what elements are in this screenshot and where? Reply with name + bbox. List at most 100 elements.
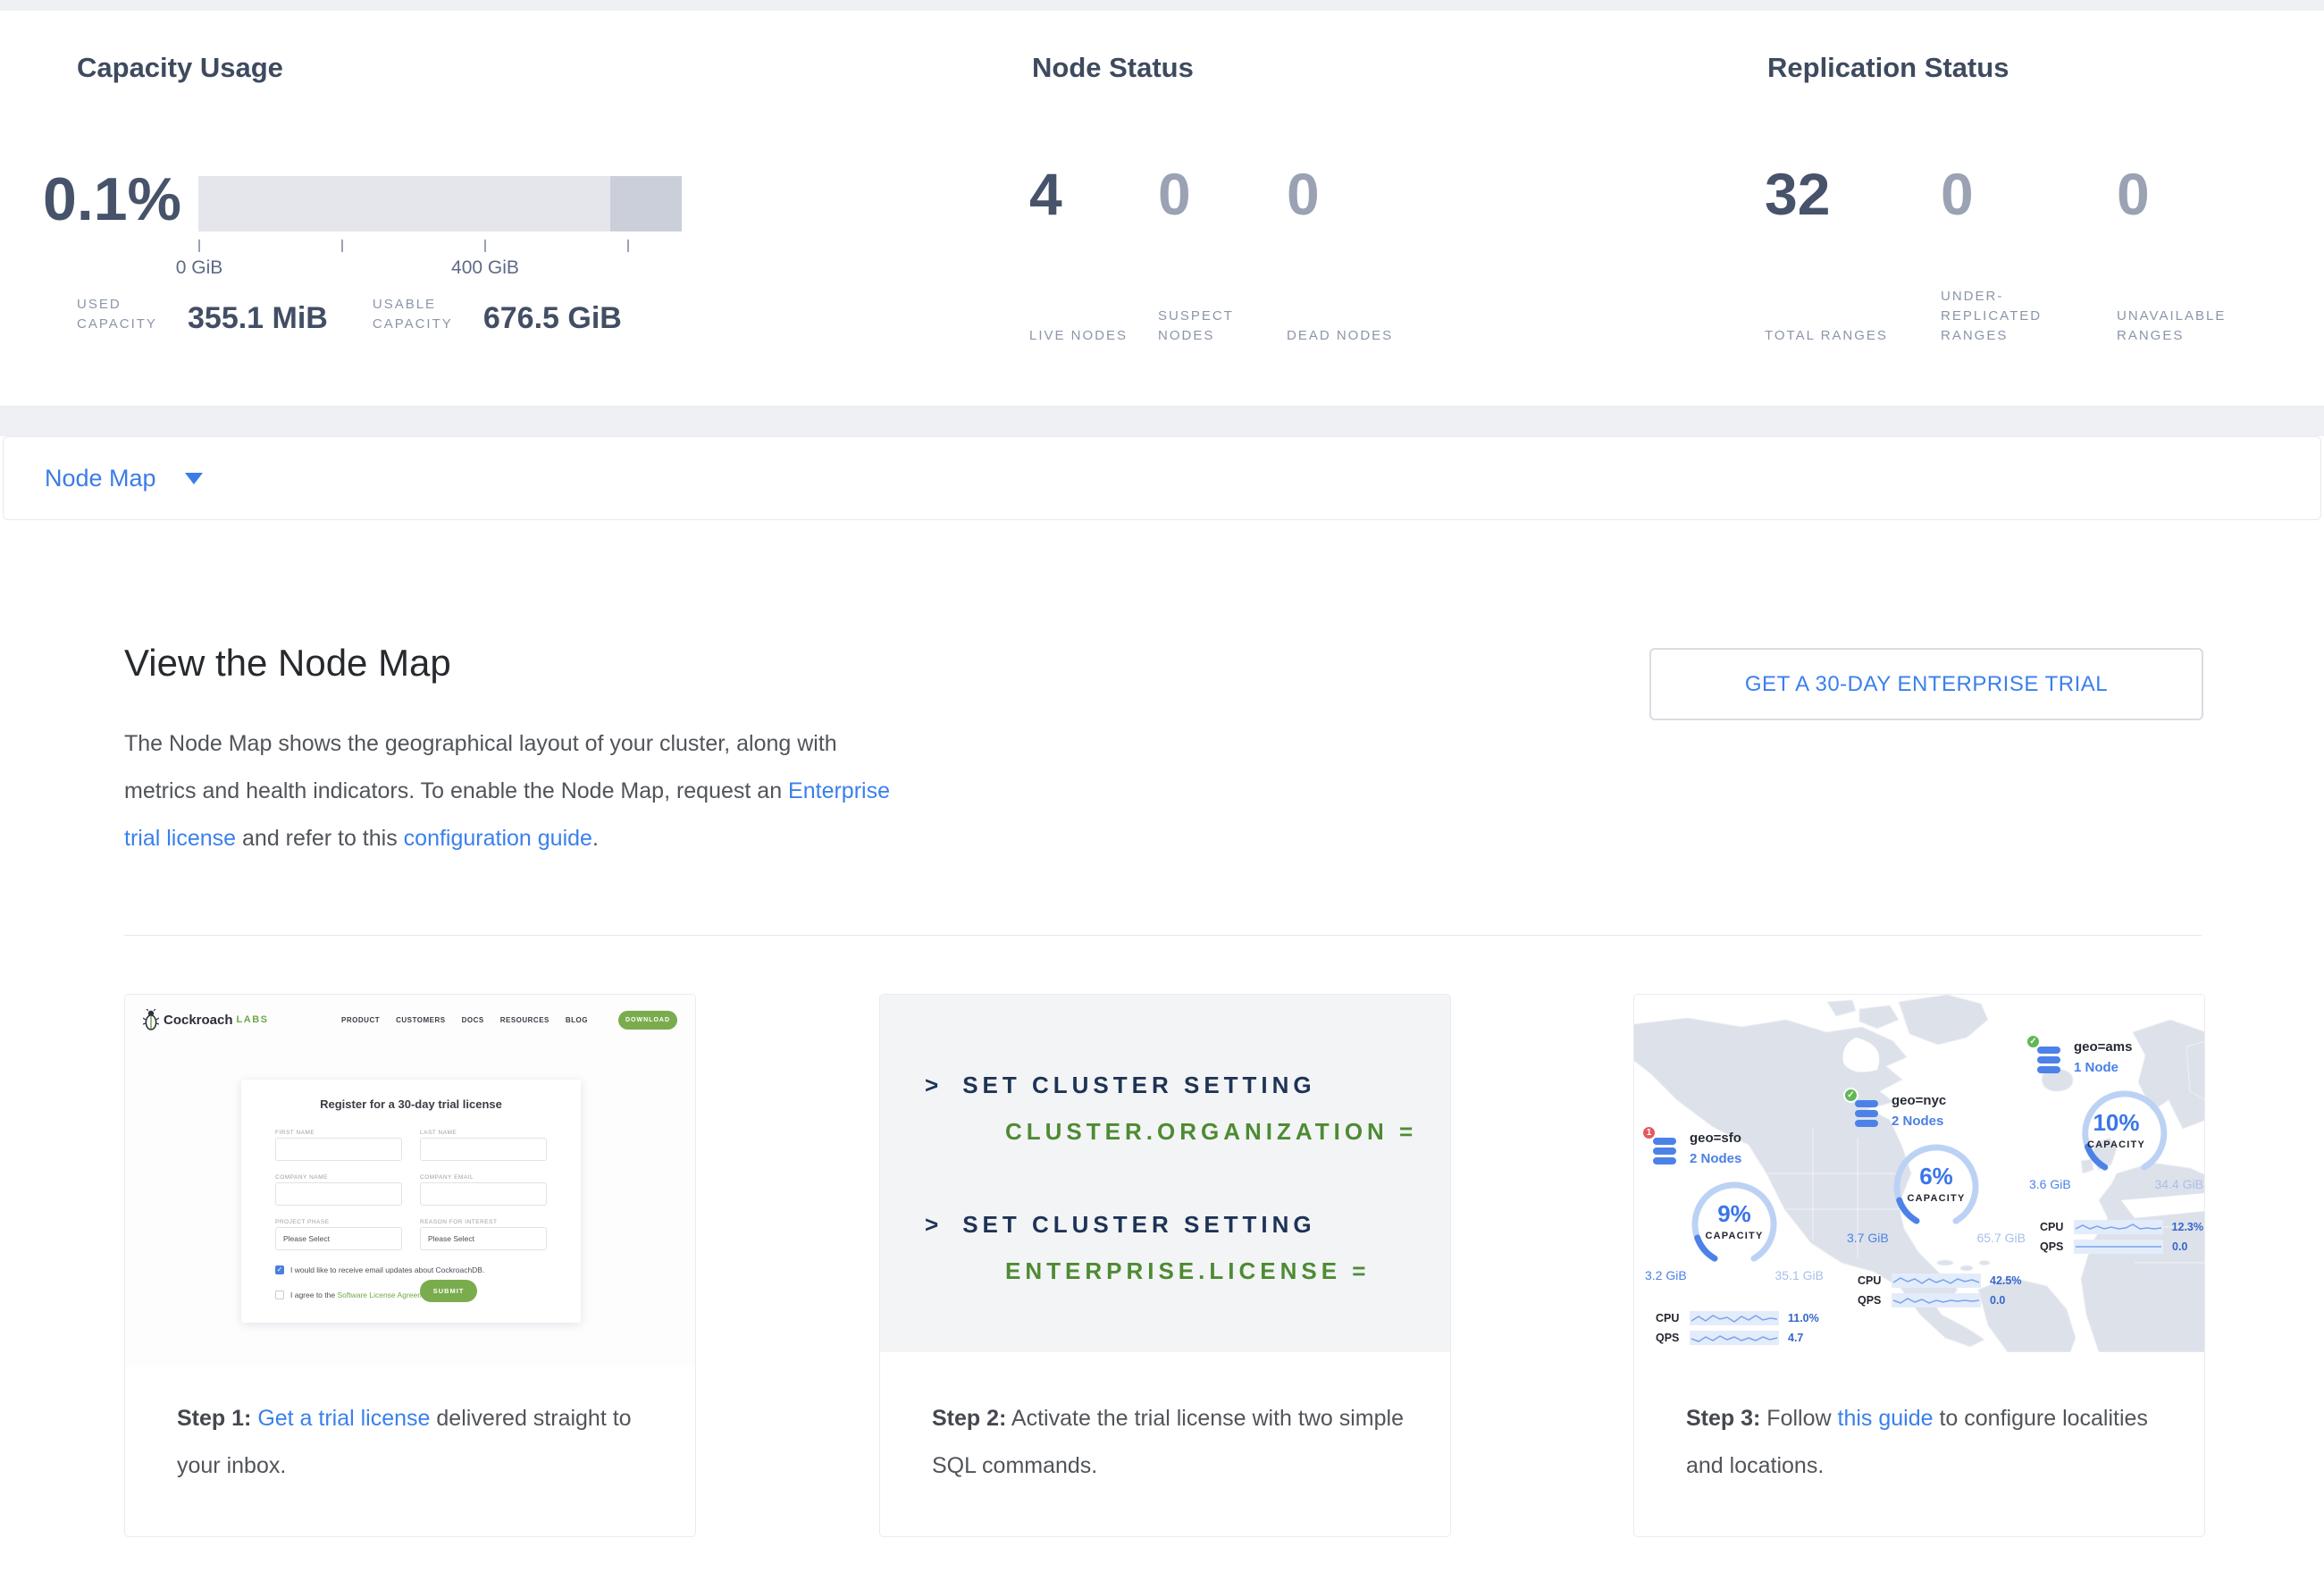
sql-line-4: ENTERPRISE.LICENSE = <box>1005 1257 1370 1285</box>
capacity-bar-nonusable-segment <box>610 176 682 231</box>
replication-metrics: 32 TOTAL RANGES 0 UNDER-REPLICATED RANGE… <box>1765 163 2293 346</box>
used-capacity-group: USED CAPACITY 355.1 MiB <box>77 295 328 334</box>
locality-header: ✓ geo=ams 1 Node <box>2029 1038 2203 1084</box>
under-replicated-metric: 0 UNDER-REPLICATED RANGES <box>1941 163 2117 346</box>
capacity-bar <box>198 176 682 231</box>
license-agreement-text: I agree to the Software License Agreemen… <box>290 1291 437 1299</box>
database-icon <box>1852 1098 1881 1129</box>
used-capacity-value: 355.1 MiB <box>188 301 328 336</box>
caption-text: Follow <box>1760 1406 1837 1431</box>
capacity-label: CAPACITY <box>2029 1139 2203 1150</box>
brand-suffix: LABS <box>237 1014 269 1025</box>
node-map-dropdown[interactable]: Node Map <box>45 465 156 492</box>
description-line-3: trial license and refer to this configur… <box>124 815 890 862</box>
email-updates-checkbox-row: ✓ I would like to receive email updates … <box>275 1265 484 1274</box>
last-name-field <box>420 1138 547 1161</box>
step1-card: Cockroach LABS PRODUCT CUSTOMERS DOCS RE… <box>124 994 696 1537</box>
unavailable-ranges-metric: 0 UNAVAILABLE RANGES <box>2117 163 2293 346</box>
used-gib: 3.6 GiB <box>2029 1177 2071 1191</box>
capacity-details: USED CAPACITY 355.1 MiB USABLE CAPACITY … <box>77 295 622 334</box>
download-button: DOWNLOAD <box>618 1011 677 1030</box>
locality-name: geo=sfo <box>1690 1131 1741 1146</box>
under-replicated-value: 0 <box>1941 163 2117 225</box>
sql-command: SET CLUSTER SETTING <box>962 1211 1315 1238</box>
step-number: Step 1: <box>177 1406 251 1431</box>
cpu-value: 42.5% <box>1990 1274 2021 1287</box>
project-phase-label: PROJECT PHASE <box>275 1219 405 1225</box>
node-status-metrics: 4 LIVE NODES 0 SUSPECT NODES 0 DEAD NODE… <box>1029 163 1415 346</box>
enterprise-trial-license-link[interactable]: Enterprise <box>788 778 890 803</box>
total-ranges-value: 32 <box>1765 163 1941 225</box>
description-line-1: The Node Map shows the geographical layo… <box>124 720 890 768</box>
under-replicated-label: UNDER-REPLICATED RANGES <box>1941 287 2061 346</box>
usable-capacity-group: USABLE CAPACITY 676.5 GiB <box>373 295 622 334</box>
live-nodes-metric: 4 LIVE NODES <box>1029 163 1158 346</box>
capacity-label: CAPACITY <box>1645 1231 1824 1241</box>
nav-item-resources: RESOURCES <box>500 1016 550 1024</box>
company-name-field <box>275 1182 402 1206</box>
first-name-label: FIRST NAME <box>275 1130 405 1136</box>
registration-site-illustration: Cockroach LABS PRODUCT CUSTOMERS DOCS RE… <box>125 995 695 1366</box>
used-gib: 3.2 GiB <box>1645 1268 1687 1282</box>
this-guide-link[interactable]: this guide <box>1838 1406 1934 1431</box>
sql-prompt: > <box>925 1072 943 1098</box>
locality-name: geo=ams <box>2074 1039 2132 1055</box>
database-icon <box>1650 1136 1679 1166</box>
first-name-field <box>275 1138 402 1161</box>
locality-header: 1 geo=sfo 2 Nodes <box>1645 1129 1824 1175</box>
axis-tick <box>198 240 200 252</box>
node-map-description: The Node Map shows the geographical layo… <box>124 720 890 862</box>
chevron-down-icon[interactable] <box>185 473 203 484</box>
suspect-nodes-value: 0 <box>1158 163 1287 225</box>
unavailable-ranges-value: 0 <box>2117 163 2293 225</box>
axis-tick <box>627 240 629 252</box>
capacity-percent: 10% <box>2029 1109 2203 1137</box>
license-agreement-checkbox-row: I agree to the Software License Agreemen… <box>275 1291 437 1299</box>
cpu-row: CPU 11.0% <box>1656 1311 1824 1325</box>
description-text: metrics and health indicators. To enable… <box>124 778 788 803</box>
step3-caption: Step 3: Follow this guide to configure l… <box>1686 1395 2172 1490</box>
description-line-2: metrics and health indicators. To enable… <box>124 768 890 815</box>
qps-sparkline <box>1892 1293 1981 1307</box>
sql-line-1: > SET CLUSTER SETTING <box>925 1072 1316 1099</box>
cpu-row: CPU 42.5% <box>1858 1274 2026 1288</box>
trial-license-form: Register for a 30-day trial license FIRS… <box>241 1080 581 1323</box>
enterprise-trial-button[interactable]: GET A 30-DAY ENTERPRISE TRIAL <box>1649 648 2203 720</box>
total-gib: 35.1 GiB <box>1775 1268 1824 1282</box>
company-email-label: COMPANY EMAIL <box>420 1174 550 1181</box>
dead-nodes-value: 0 <box>1287 163 1415 225</box>
capacity-percent: 0.1% <box>43 164 181 234</box>
qps-label: QPS <box>1858 1294 1892 1307</box>
sql-command: SET CLUSTER SETTING <box>962 1072 1315 1098</box>
view-selector-bar[interactable]: Node Map <box>3 436 2321 520</box>
locality-widget-sfo: 1 geo=sfo 2 Nodes 9% CAPACITY 3.2 GiB 35… <box>1645 1129 1824 1345</box>
qps-sparkline <box>1690 1331 1779 1345</box>
cpu-value: 12.3% <box>2172 1221 2203 1233</box>
capacity-gauge: 6% CAPACITY 3.7 GiB 65.7 GiB <box>1847 1138 2026 1268</box>
capacity-gauge: 9% CAPACITY 3.2 GiB 35.1 GiB <box>1645 1175 1824 1306</box>
nav-item-product: PRODUCT <box>341 1016 380 1024</box>
qps-value: 4.7 <box>1788 1332 1803 1344</box>
used-gib: 3.7 GiB <box>1847 1231 1889 1245</box>
dead-nodes-metric: 0 DEAD NODES <box>1287 163 1415 346</box>
page-top-strip <box>0 0 2324 11</box>
configuration-guide-link[interactable]: configuration guide <box>404 826 592 851</box>
axis-tick-label-400: 400 GiB <box>432 257 539 279</box>
live-nodes-label: LIVE NODES <box>1029 326 1154 346</box>
submit-button: SUBMIT <box>420 1280 477 1302</box>
cpu-label: CPU <box>2040 1221 2074 1233</box>
enterprise-trial-license-link[interactable]: trial license <box>124 826 236 851</box>
cpu-label: CPU <box>1858 1274 1892 1287</box>
cpu-label: CPU <box>1656 1312 1690 1324</box>
capacity-percent: 6% <box>1847 1163 2026 1190</box>
capacity-range: 3.7 GiB 65.7 GiB <box>1847 1231 2026 1245</box>
mini-site-header: Cockroach LABS PRODUCT CUSTOMERS DOCS RE… <box>143 1007 677 1032</box>
qps-value: 0.0 <box>2172 1240 2187 1253</box>
get-trial-license-link[interactable]: Get a trial license <box>257 1406 430 1431</box>
node-map-illustration: 1 geo=sfo 2 Nodes 9% CAPACITY 3.2 GiB 35… <box>1634 995 2204 1352</box>
qps-row: QPS 4.7 <box>1656 1331 1824 1345</box>
cockroach-bug-icon <box>143 1009 159 1030</box>
sql-prompt: > <box>925 1211 943 1238</box>
locality-name: geo=nyc <box>1892 1093 1946 1108</box>
unavailable-ranges-label: UNAVAILABLE RANGES <box>2117 307 2242 346</box>
